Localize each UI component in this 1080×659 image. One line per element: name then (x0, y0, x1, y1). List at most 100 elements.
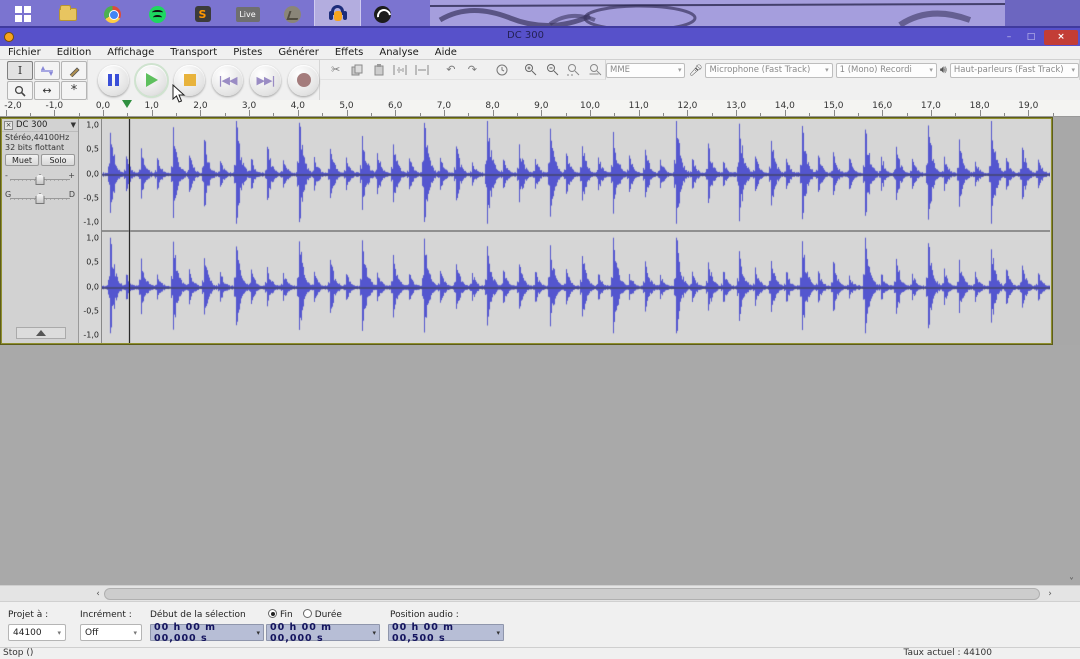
ruler-label: -2,0 (4, 101, 22, 111)
multi-tool-button[interactable]: * (61, 81, 87, 100)
zoom-out-icon[interactable] (543, 62, 562, 78)
vscale-label: 1,0 (86, 234, 99, 243)
zoom-in-icon[interactable] (521, 62, 540, 78)
minimize-button[interactable]: – (998, 30, 1020, 45)
empty-track-space (0, 345, 1080, 585)
solo-button[interactable]: Solo (41, 154, 75, 166)
title-bar[interactable]: DC 300 – □ × (0, 28, 1080, 46)
pause-button[interactable] (98, 65, 129, 96)
taskbar: S Live (0, 0, 1080, 28)
scroll-right-icon[interactable]: › (1044, 588, 1056, 600)
file-explorer-icon[interactable] (45, 0, 90, 28)
close-button[interactable]: × (1044, 30, 1078, 45)
obs-icon[interactable] (360, 0, 405, 28)
sublime-text-icon[interactable]: S (180, 0, 225, 28)
timeshift-tool-button[interactable]: ↔ (34, 81, 60, 100)
menu-aide[interactable]: Aide (427, 47, 465, 58)
timeline-ruler[interactable]: -2,0-1,00,01,02,03,04,05,06,07,08,09,010… (0, 100, 1080, 117)
trim-audio-icon[interactable] (390, 62, 409, 78)
track-control-panel: × DC 300 ▼ Stéréo,44100Hz 32 bits flotta… (2, 119, 79, 343)
menu-effets[interactable]: Effets (327, 47, 372, 58)
vscale-label: -0,5 (83, 193, 99, 202)
actual-rate: Taux actuel : 44100 (903, 648, 992, 658)
speaker-icon: 🔊︎ (940, 63, 947, 77)
recording-device-select[interactable]: Microphone (Fast Track)▾ (705, 63, 832, 78)
vscale-label: 1,0 (86, 121, 99, 130)
audacity-screen: S Live DC 300 – □ × FichierEditionAffich… (0, 0, 1080, 659)
menu-analyse[interactable]: Analyse (371, 47, 426, 58)
mute-button[interactable]: Muet (5, 154, 39, 166)
zoom-selection-icon[interactable] (564, 62, 583, 78)
play-button[interactable] (136, 65, 167, 96)
ableton-live-icon[interactable]: Live (225, 0, 270, 28)
audacity-icon[interactable] (315, 0, 360, 28)
vscale-label: 0,5 (86, 258, 99, 267)
device-toolbar: MME▾ 🎤︎ Microphone (Fast Track)▾ 1 (Mono… (606, 60, 1080, 80)
duree-radio[interactable]: Durée (303, 609, 342, 620)
playhead-marker[interactable] (122, 100, 132, 108)
zoom-tool-button[interactable] (7, 81, 33, 100)
reaper-icon[interactable] (270, 0, 315, 28)
menu-transport[interactable]: Transport (162, 47, 225, 58)
maximize-button[interactable]: □ (1020, 30, 1042, 45)
spotify-icon[interactable] (135, 0, 180, 28)
windows-start-icon[interactable] (0, 0, 45, 28)
menu-affichage[interactable]: Affichage (99, 47, 162, 58)
silence-audio-icon[interactable] (412, 62, 431, 78)
waveform-display[interactable] (102, 119, 1050, 343)
audio-host-select[interactable]: MME▾ (606, 63, 685, 78)
desktop-wallpaper (430, 0, 1005, 28)
selection-tool-button[interactable]: I (7, 61, 33, 80)
waveform-channel-left[interactable] (102, 119, 1050, 230)
menu-générer[interactable]: Générer (270, 47, 327, 58)
horizontal-scrollbar[interactable]: ‹ › (0, 585, 1080, 601)
menu-fichier[interactable]: Fichier (0, 47, 49, 58)
skip-to-end-button[interactable]: ▶▶| (250, 65, 281, 96)
sync-lock-icon[interactable] (492, 62, 511, 78)
collapse-track-button[interactable] (16, 327, 66, 339)
snap-to-select[interactable]: Off▾ (80, 624, 142, 641)
selection-toolbar: Projet à : 44100▾ Incrément : Off▾ Début… (0, 601, 1080, 647)
redo-icon[interactable]: ↷ (463, 62, 482, 78)
transport-toolbar: |◀◀ ▶▶| (88, 60, 320, 100)
zoom-fit-icon[interactable] (586, 62, 605, 78)
window-title: DC 300 (507, 30, 544, 41)
vscale-label: 0,0 (86, 169, 99, 178)
waveform-channel-right[interactable] (102, 232, 1050, 343)
skip-to-start-button[interactable]: |◀◀ (212, 65, 243, 96)
audio-position-field[interactable]: 00 h 00 m 00,500 s▾ (388, 624, 504, 641)
scroll-down-icon[interactable]: ˅ (1069, 577, 1074, 588)
snap-to-label: Incrément : (80, 610, 132, 620)
gain-slider[interactable]: -+ (8, 171, 72, 187)
track-close-icon[interactable]: × (4, 121, 13, 130)
draw-tool-button[interactable] (61, 61, 87, 80)
vscale-label: 0,0 (86, 282, 99, 291)
scroll-left-icon[interactable]: ‹ (92, 588, 104, 600)
audacity-app-icon (4, 32, 14, 42)
selection-start-field[interactable]: 00 h 00 m 00,000 s▾ (150, 624, 264, 641)
track-name[interactable]: DC 300 (16, 120, 68, 130)
menu-edition[interactable]: Edition (49, 47, 100, 58)
undo-icon[interactable]: ↶ (441, 62, 460, 78)
record-button[interactable] (288, 65, 319, 96)
recording-channels-select[interactable]: 1 (Mono) Recordi▾ (836, 63, 937, 78)
paste-icon[interactable] (369, 62, 388, 78)
vscale-label: -0,5 (83, 306, 99, 315)
audio-position-label: Position audio : (390, 610, 459, 620)
playback-device-select[interactable]: Haut-parleurs (Fast Track)▾ (950, 63, 1079, 78)
track-menu-arrow-icon[interactable]: ▼ (71, 121, 76, 129)
pan-slider[interactable]: GD (8, 190, 72, 206)
menu-pistes[interactable]: Pistes (225, 47, 270, 58)
envelope-tool-button[interactable] (34, 61, 60, 80)
chrome-icon[interactable] (90, 0, 135, 28)
selection-end-field[interactable]: 00 h 00 m 00,000 s▾ (266, 624, 380, 641)
edit-toolbar: ✂ ↶ ↷ (320, 60, 606, 80)
horizontal-scroll-thumb[interactable] (104, 588, 1040, 600)
cut-icon[interactable]: ✂ (326, 62, 345, 78)
copy-icon[interactable] (347, 62, 366, 78)
fin-radio[interactable]: Fin (268, 609, 293, 620)
project-rate-select[interactable]: 44100▾ (8, 624, 66, 641)
end-duration-radios: Fin Durée (268, 609, 342, 620)
vertical-scale-ruler[interactable]: 1,00,50,0-0,5-1,01,00,50,0-0,5-1,0 (79, 119, 102, 343)
microphone-icon: 🎤︎ (688, 64, 702, 77)
